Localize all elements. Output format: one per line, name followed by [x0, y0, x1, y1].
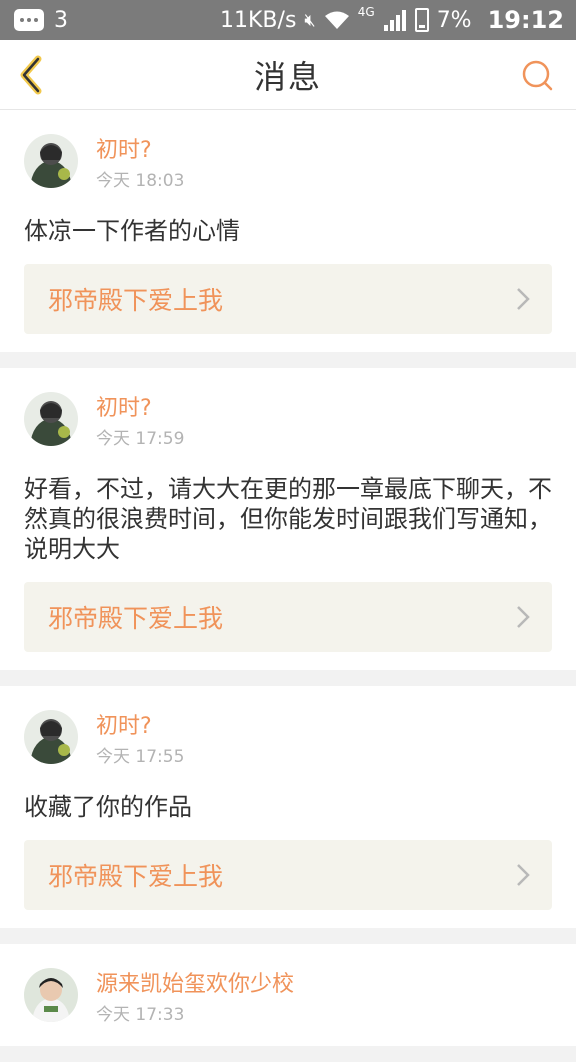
message-text: 好看，不过，请大大在更的那一章最底下聊天，不然真的很浪费时间，但你能发时间跟我们…: [24, 475, 552, 563]
work-title: 邪帝殿下爱上我: [48, 286, 224, 315]
message-list: 初时? 今天 18:03 体凉一下作者的心情 邪帝殿下爱上我 初时? 今天 17…: [0, 110, 576, 1062]
mute-icon: 🔇︎: [304, 9, 316, 31]
nav-bar: 消息: [0, 40, 576, 110]
work-link[interactable]: 邪帝殿下爱上我: [24, 264, 552, 334]
message-card: 初时? 今天 18:03 体凉一下作者的心情 邪帝殿下爱上我: [0, 110, 576, 352]
message-card: 初时? 今天 17:59 好看，不过，请大大在更的那一章最底下聊天，不然真的很浪…: [0, 368, 576, 670]
clock: 19:12: [487, 6, 564, 34]
battery-icon: [414, 8, 429, 32]
message-text: 收藏了你的作品: [24, 793, 192, 821]
chevron-right-icon: [517, 606, 530, 628]
status-bar: 3 11KB/s 🔇︎ 4G 7% 19:12: [0, 0, 576, 40]
work-link[interactable]: 邪帝殿下爱上我: [24, 582, 552, 652]
chevron-right-icon: [517, 288, 530, 310]
work-link[interactable]: 邪帝殿下爱上我: [24, 840, 552, 910]
username[interactable]: 初时?: [96, 136, 184, 166]
avatar[interactable]: [24, 134, 78, 188]
work-title: 邪帝殿下爱上我: [48, 604, 224, 633]
message-card: 源来凯始玺欢你少校 今天 17:33: [0, 944, 576, 1046]
message-time: 今天 17:59: [96, 429, 185, 449]
wifi-icon: [324, 11, 349, 29]
message-notification-icon: [14, 9, 44, 31]
message-time: 今天 18:03: [96, 171, 185, 191]
chevron-right-icon: [517, 864, 530, 886]
avatar[interactable]: [24, 392, 78, 446]
battery-level: 7%: [436, 7, 472, 33]
message-text: 体凉一下作者的心情: [24, 217, 240, 245]
username[interactable]: 初时?: [96, 394, 184, 424]
back-icon[interactable]: [14, 54, 46, 96]
avatar[interactable]: [24, 710, 78, 764]
page-title: 消息: [253, 57, 322, 96]
message-card: 初时? 今天 17:55 收藏了你的作品 邪帝殿下爱上我: [0, 686, 576, 928]
avatar[interactable]: [24, 968, 78, 1022]
work-title: 邪帝殿下爱上我: [48, 862, 224, 891]
network-speed: 11KB/s: [220, 7, 297, 33]
username[interactable]: 初时?: [96, 712, 184, 742]
message-time: 今天 17:33: [96, 1005, 185, 1025]
message-time: 今天 17:55: [96, 747, 185, 767]
network-type: 4G: [357, 5, 375, 19]
username[interactable]: 源来凯始玺欢你少校: [96, 970, 294, 1000]
notification-count: 3: [54, 7, 68, 33]
search-icon[interactable]: [520, 58, 554, 92]
signal-icon: [383, 10, 406, 31]
